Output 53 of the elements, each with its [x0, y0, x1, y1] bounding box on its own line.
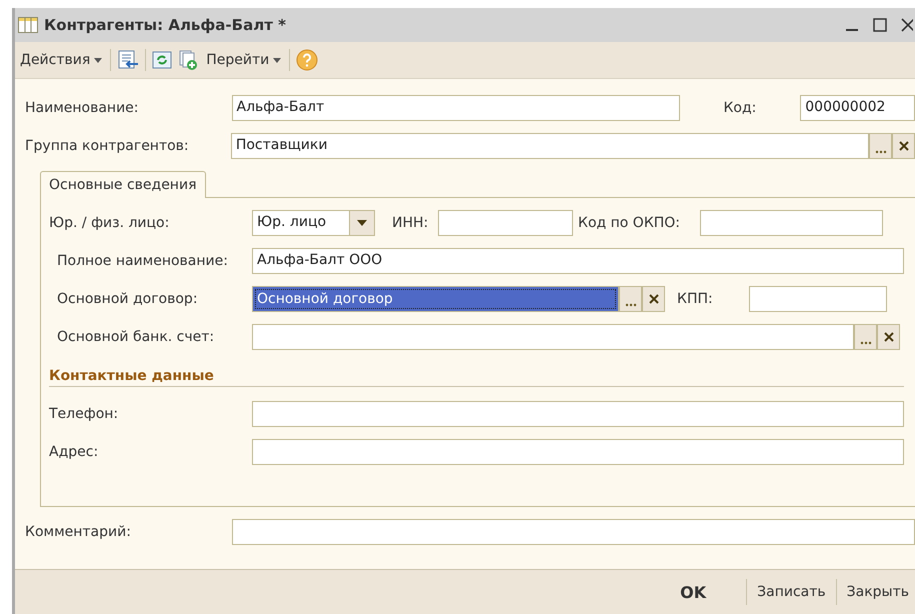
section-title: Контактные данные [49, 368, 215, 384]
address-field[interactable] [252, 439, 904, 465]
field-label: КПП: [676, 291, 714, 307]
field-label: Код: [722, 100, 758, 116]
dots-icon [624, 303, 636, 307]
close-icon[interactable] [901, 18, 913, 32]
clear-button[interactable] [877, 324, 900, 350]
inn-field[interactable] [438, 210, 573, 236]
clear-button[interactable] [642, 286, 665, 312]
kpp-field[interactable] [749, 286, 887, 312]
caret-icon [357, 220, 367, 226]
field-label: Телефон: [49, 406, 120, 422]
maximize-icon[interactable] [873, 18, 887, 32]
clear-button[interactable] [892, 133, 915, 159]
field-label: Наименование: [25, 100, 140, 116]
name-field[interactable]: Альфа-Балт [232, 95, 680, 121]
window-title: Контрагенты: Альфа-Балт * [44, 16, 286, 34]
dots-icon [874, 150, 887, 154]
caret-icon [273, 58, 282, 62]
field-label: ИНН: [391, 215, 430, 231]
full-name-field[interactable]: Альфа-Балт ООО [252, 248, 904, 274]
field-label: Основной банк. счет: [56, 329, 216, 345]
tab[interactable]: Основные сведения [40, 171, 206, 198]
caret-icon [94, 58, 102, 62]
table-icon [18, 17, 38, 33]
field-label: Код по ОКПО: [577, 215, 682, 231]
close-icon [898, 141, 909, 151]
field-label: Основной договор: [56, 291, 199, 307]
copy-plus-icon[interactable] [178, 50, 198, 70]
field-label: Юр. / физ. лицо: [49, 215, 170, 231]
field-label: Адрес: [49, 444, 100, 460]
help-icon[interactable] [296, 49, 318, 71]
dialog-button[interactable]: OK [678, 578, 708, 606]
actions-menu[interactable]: Действия [18, 50, 104, 70]
phone-field[interactable] [252, 401, 904, 427]
close-icon [648, 294, 658, 304]
entity-type-dropdown[interactable]: Юр. лицо [252, 210, 375, 236]
list-arrow-icon[interactable] [117, 50, 140, 70]
field-label: Полное наименование: [56, 253, 229, 269]
code-field[interactable]: 000000002 [800, 95, 915, 121]
dialog-button[interactable]: Записать [755, 580, 828, 604]
refresh-icon[interactable] [152, 51, 172, 69]
go-to-menu[interactable]: Перейти [204, 50, 284, 70]
okpo-field[interactable] [700, 210, 883, 236]
field-label: Группа контрагентов: [25, 138, 190, 154]
close-icon [884, 332, 894, 342]
contract-field[interactable]: Основной договор [252, 286, 619, 312]
dialog-button[interactable]: Закрыть [844, 580, 911, 604]
dots-icon [860, 341, 872, 345]
comment-field[interactable] [232, 519, 915, 545]
group-field[interactable]: Поставщики [230, 133, 870, 159]
field-label: Комментарий: [25, 524, 132, 540]
bank-account-field[interactable] [252, 324, 854, 350]
